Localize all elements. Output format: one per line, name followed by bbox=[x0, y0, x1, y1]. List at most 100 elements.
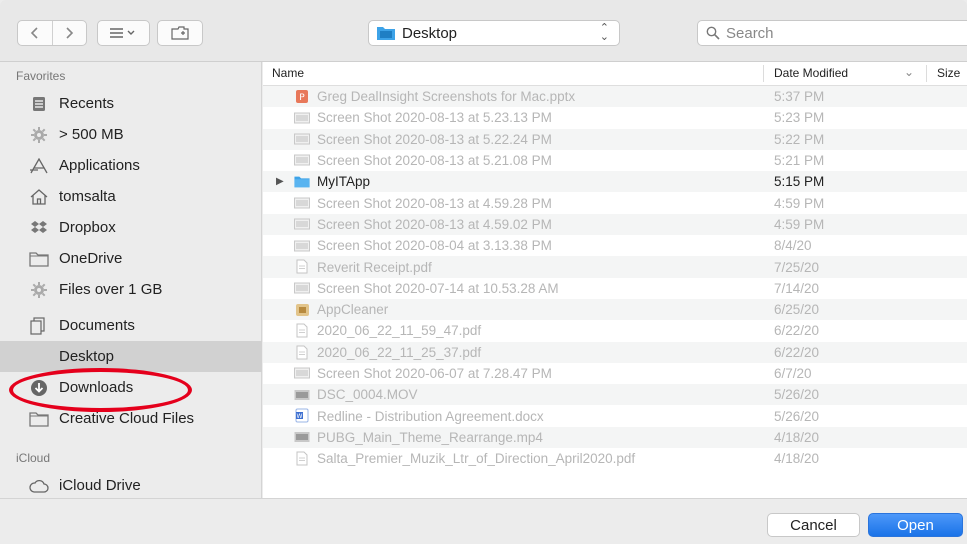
view-options-button[interactable] bbox=[97, 20, 150, 46]
file-row[interactable]: AppCleaner 6/25/20 bbox=[263, 298, 967, 321]
sidebar-item-applications[interactable]: Applications bbox=[0, 150, 262, 181]
file-row[interactable]: DSC_0004.MOV 5/26/20 bbox=[263, 384, 967, 406]
location-popup[interactable]: Desktop ⌃ ⌄ bbox=[368, 20, 620, 46]
file-row[interactable]: P Greg DealInsight Screenshots for Mac.pp… bbox=[263, 86, 967, 108]
file-date: 5:23 PM bbox=[774, 110, 825, 126]
sidebar-item-creative-cloud[interactable]: Creative Cloud Files bbox=[0, 403, 262, 434]
file-row[interactable]: Screen Shot 2020-08-13 at 5.22.24 PM 5:22… bbox=[263, 128, 967, 150]
new-folder-button[interactable] bbox=[157, 20, 203, 46]
file-row[interactable]: Screen Shot 2020-08-13 at 4.59.02 PM 4:59… bbox=[263, 213, 967, 236]
file-date: 4:59 PM bbox=[774, 216, 825, 232]
documents-icon bbox=[27, 316, 51, 336]
sidebar: Favorites Recents > 500 MB Applications … bbox=[0, 62, 262, 498]
applications-icon bbox=[27, 156, 51, 176]
svg-text:W: W bbox=[297, 413, 303, 420]
file-row[interactable]: PUBG_Main_Theme_Rearrange.mp4 4/18/20 bbox=[263, 426, 967, 449]
sidebar-item-tomsalta[interactable]: tomsalta bbox=[0, 181, 262, 212]
sidebar-item-documents[interactable]: Documents bbox=[0, 310, 262, 341]
sidebar-item-icloud-drive[interactable]: iCloud Drive bbox=[0, 470, 262, 501]
file-name: PUBG_Main_Theme_Rearrange.mp4 bbox=[317, 429, 543, 445]
open-dialog: Desktop ⌃ ⌄ Search Favorites Recents > 50… bbox=[0, 0, 967, 544]
sidebar-item-desktop[interactable]: Desktop bbox=[0, 341, 262, 372]
column-date-modified[interactable]: Date Modified bbox=[774, 66, 848, 80]
back-button[interactable] bbox=[18, 21, 52, 45]
file-row[interactable]: Screen Shot 2020-08-13 at 5.21.08 PM 5:21… bbox=[263, 150, 967, 171]
file-list: Name Date Modified ⌄ Size P Greg DealInsi… bbox=[263, 62, 967, 498]
search-icon bbox=[706, 26, 720, 40]
file-date: 4/18/20 bbox=[774, 451, 820, 467]
image-icon bbox=[294, 217, 310, 232]
file-name: Reverit Receipt.pdf bbox=[317, 259, 432, 275]
image-icon bbox=[294, 153, 310, 168]
pdf-icon bbox=[294, 451, 310, 466]
file-row[interactable]: W Redline - Distribution Agreement.docx 5/… bbox=[263, 405, 967, 426]
gear-icon bbox=[27, 125, 51, 145]
file-date: 4:59 PM bbox=[774, 195, 825, 211]
image-icon bbox=[294, 238, 310, 253]
file-name: 2020_06_22_11_25_37.pdf bbox=[317, 344, 482, 360]
file-name: MyITApp bbox=[317, 174, 371, 190]
column-separator bbox=[763, 65, 764, 82]
file-date: 5:22 PM bbox=[774, 131, 825, 147]
movie-icon bbox=[294, 387, 310, 402]
file-date: 6/25/20 bbox=[774, 302, 820, 318]
file-row[interactable]: Screen Shot 2020-08-13 at 4.59.28 PM 4:59… bbox=[263, 192, 967, 213]
list-view-icon bbox=[109, 28, 134, 38]
file-date: 5:15 PM bbox=[774, 174, 825, 190]
dropbox-icon bbox=[27, 218, 51, 238]
file-date: 7/25/20 bbox=[774, 259, 820, 275]
folder-icon bbox=[294, 174, 310, 189]
file-date: 5:21 PM bbox=[774, 153, 825, 169]
file-name: Screen Shot 2020-08-13 at 5.21.08 PM bbox=[317, 153, 552, 169]
image-icon bbox=[294, 366, 310, 381]
sidebar-item-500mb[interactable]: > 500 MB bbox=[0, 119, 262, 150]
file-date: 5/26/20 bbox=[774, 387, 820, 403]
file-row[interactable]: Screen Shot 2020-08-13 at 5.23.13 PM 5:23… bbox=[263, 107, 967, 128]
chevron-left-icon bbox=[30, 27, 38, 39]
chevron-right-icon bbox=[66, 27, 74, 39]
folder-icon bbox=[27, 249, 51, 269]
image-icon bbox=[294, 132, 310, 147]
forward-button[interactable] bbox=[51, 21, 86, 45]
file-name: 2020_06_22_11_59_47.pdf bbox=[317, 323, 482, 339]
file-row[interactable]: Screen Shot 2020-06-07 at 7.28.47 PM 6/7/… bbox=[263, 363, 967, 384]
gear-icon bbox=[27, 280, 51, 300]
home-icon bbox=[27, 187, 51, 207]
column-header: Name Date Modified ⌄ Size bbox=[263, 62, 967, 86]
cancel-button[interactable]: Cancel bbox=[767, 513, 860, 537]
bottom-bar: Cancel Open bbox=[0, 498, 967, 544]
sidebar-item-files-over-1gb[interactable]: Files over 1 GB bbox=[0, 274, 262, 305]
column-size[interactable]: Size bbox=[937, 66, 960, 80]
file-date: 6/22/20 bbox=[774, 323, 820, 339]
file-row[interactable]: Screen Shot 2020-07-14 at 10.53.28 AM 7/1… bbox=[263, 278, 967, 299]
sidebar-item-downloads[interactable]: Downloads bbox=[0, 372, 262, 403]
movie-icon bbox=[294, 430, 310, 445]
sidebar-item-recents[interactable]: Recents bbox=[0, 88, 262, 119]
file-row[interactable]: Salta_Premier_Muzik_Ltr_of_Direction_Apr… bbox=[263, 448, 967, 469]
sidebar-item-dropbox[interactable]: Dropbox bbox=[0, 212, 262, 243]
search-field[interactable]: Search bbox=[697, 20, 967, 46]
file-rows: P Greg DealInsight Screenshots for Mac.pp… bbox=[263, 86, 967, 469]
file-date: 5/26/20 bbox=[774, 408, 820, 424]
favorites-heading: Favorites bbox=[16, 69, 66, 83]
file-row[interactable]: Reverit Receipt.pdf 7/25/20 bbox=[263, 256, 967, 278]
file-date: 4/18/20 bbox=[774, 429, 820, 445]
open-button[interactable]: Open bbox=[868, 513, 963, 537]
image-icon bbox=[294, 281, 310, 296]
file-name: Screen Shot 2020-08-13 at 4.59.02 PM bbox=[317, 216, 552, 232]
new-folder-icon bbox=[171, 26, 189, 40]
file-name: Screen Shot 2020-08-13 at 5.22.24 PM bbox=[317, 131, 552, 147]
pdf-icon bbox=[294, 323, 310, 338]
file-row[interactable]: 2020_06_22_11_59_47.pdf 6/22/20 bbox=[263, 320, 967, 341]
pptx-icon: P bbox=[294, 89, 310, 104]
file-name: Screen Shot 2020-06-07 at 7.28.47 PM bbox=[317, 366, 552, 381]
file-row[interactable]: ▶ MyITApp 5:15 PM bbox=[263, 171, 967, 193]
file-row[interactable]: Screen Shot 2020-08-04 at 3.13.38 PM 8/4/… bbox=[263, 235, 967, 256]
disclosure-triangle-icon[interactable]: ▶ bbox=[276, 176, 284, 187]
file-row[interactable]: 2020_06_22_11_25_37.pdf 6/22/20 bbox=[263, 341, 967, 363]
column-name[interactable]: Name bbox=[272, 66, 304, 80]
file-date: 6/7/20 bbox=[774, 366, 812, 381]
file-name: Screen Shot 2020-08-13 at 5.23.13 PM bbox=[317, 110, 552, 126]
sidebar-item-onedrive[interactable]: OneDrive bbox=[0, 243, 262, 274]
file-date: 7/14/20 bbox=[774, 280, 820, 296]
